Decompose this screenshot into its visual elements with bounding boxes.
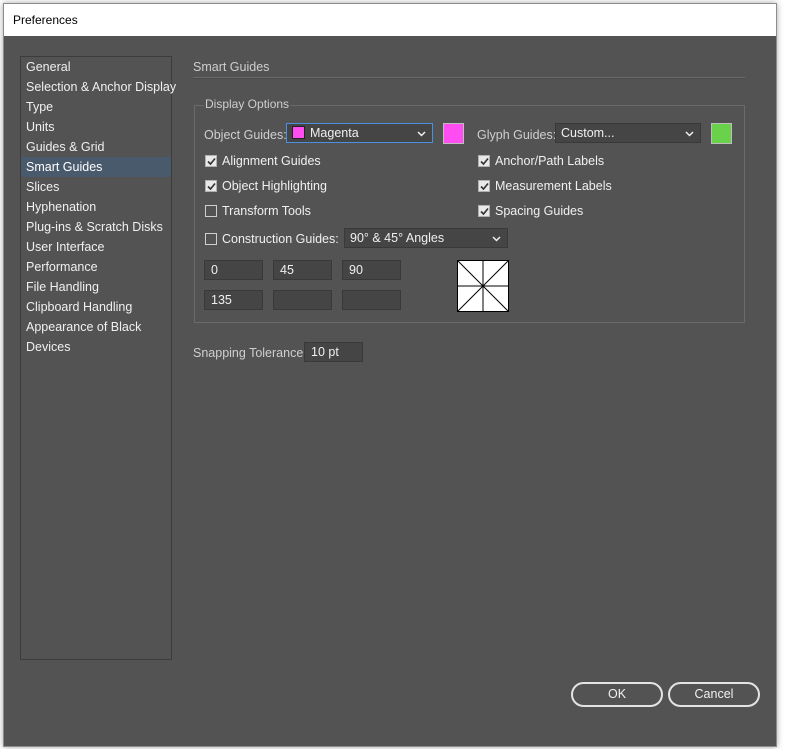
angle-field-6[interactable] xyxy=(342,290,401,310)
measurement-labels-label: Measurement Labels xyxy=(495,179,612,193)
sidebar-item-guides-grid[interactable]: Guides & Grid xyxy=(21,137,171,157)
checkmark-icon xyxy=(207,157,216,166)
spacing-guides-checkbox[interactable] xyxy=(478,205,490,217)
angles-preview xyxy=(457,260,509,312)
title-bar: Preferences xyxy=(4,4,776,36)
panel-title: Smart Guides xyxy=(193,60,270,74)
construction-guides-value: 90° & 45° Angles xyxy=(350,231,445,245)
object-guides-label: Object Guides: xyxy=(204,128,287,142)
checkmark-icon xyxy=(480,157,489,166)
anchor-path-labels-label: Anchor/Path Labels xyxy=(495,154,605,168)
snapping-tolerance-label: Snapping Tolerance: xyxy=(193,346,307,360)
display-options-group: Display Options Object Guides: Magenta G… xyxy=(194,97,745,323)
construction-guides-dropdown[interactable]: 90° & 45° Angles xyxy=(344,228,508,248)
sidebar-item-selection-anchor-display[interactable]: Selection & Anchor Display xyxy=(21,77,176,97)
chevron-down-icon xyxy=(492,236,501,242)
sidebar-item-general[interactable]: General xyxy=(21,57,171,77)
window-title: Preferences xyxy=(13,13,78,27)
glyph-guides-color-swatch[interactable] xyxy=(711,123,732,144)
transform-tools-checkbox[interactable] xyxy=(205,205,217,217)
snapping-tolerance-field[interactable]: 10 pt xyxy=(304,342,363,362)
sidebar-item-user-interface[interactable]: User Interface xyxy=(21,237,171,257)
sidebar-item-units[interactable]: Units xyxy=(21,117,171,137)
sidebar-item-file-handling[interactable]: File Handling xyxy=(21,277,171,297)
checkmark-icon xyxy=(207,182,216,191)
chevron-down-icon xyxy=(685,131,694,137)
construction-angles-icon xyxy=(457,260,509,312)
glyph-guides-dropdown[interactable]: Custom... xyxy=(555,123,701,143)
chevron-down-icon xyxy=(417,131,426,137)
preferences-dialog: Preferences General Selection & Anchor D… xyxy=(3,3,777,747)
sidebar-item-appearance-of-black[interactable]: Appearance of Black xyxy=(21,317,171,337)
sidebar-item-slices[interactable]: Slices xyxy=(21,177,171,197)
title-divider xyxy=(193,77,745,79)
angle-field-4[interactable]: 135 xyxy=(204,290,263,310)
spacing-guides-label: Spacing Guides xyxy=(495,204,584,218)
object-guides-color-swatch[interactable] xyxy=(443,123,464,144)
angle-field-5[interactable] xyxy=(273,290,332,310)
alignment-guides-checkbox[interactable] xyxy=(205,155,217,167)
checkmark-icon xyxy=(480,207,489,216)
ok-button[interactable]: OK xyxy=(571,682,663,707)
object-guides-dropdown[interactable]: Magenta xyxy=(286,123,433,143)
angle-field-3[interactable]: 90 xyxy=(342,260,401,280)
transform-tools-label: Transform Tools xyxy=(222,204,311,218)
sidebar-item-smart-guides[interactable]: Smart Guides xyxy=(21,157,171,177)
sidebar-item-type[interactable]: Type xyxy=(21,97,171,117)
sidebar: General Selection & Anchor Display Type … xyxy=(20,56,176,660)
sidebar-item-devices[interactable]: Devices xyxy=(21,337,171,357)
sidebar-item-hyphenation[interactable]: Hyphenation xyxy=(21,197,171,217)
measurement-labels-checkbox[interactable] xyxy=(478,180,490,192)
glyph-guides-label: Glyph Guides: xyxy=(477,128,557,142)
display-options-label: Display Options xyxy=(204,97,291,111)
sidebar-item-clipboard-handling[interactable]: Clipboard Handling xyxy=(21,297,171,317)
construction-guides-label: Construction Guides: xyxy=(222,232,339,246)
anchor-path-labels-checkbox[interactable] xyxy=(478,155,490,167)
object-highlighting-checkbox[interactable] xyxy=(205,180,217,192)
sidebar-item-performance[interactable]: Performance xyxy=(21,257,171,277)
alignment-guides-label: Alignment Guides xyxy=(222,154,321,168)
angle-field-2[interactable]: 45 xyxy=(273,260,332,280)
object-highlighting-label: Object Highlighting xyxy=(222,179,327,193)
glyph-guides-value: Custom... xyxy=(561,126,615,140)
object-guides-value: Magenta xyxy=(310,126,359,140)
sidebar-item-plugins-scratch-disks[interactable]: Plug-ins & Scratch Disks xyxy=(21,217,171,237)
cancel-button[interactable]: Cancel xyxy=(668,682,760,707)
magenta-color-chip xyxy=(292,126,305,139)
checkmark-icon xyxy=(480,182,489,191)
angle-field-1[interactable]: 0 xyxy=(204,260,263,280)
construction-guides-checkbox[interactable] xyxy=(205,233,217,245)
